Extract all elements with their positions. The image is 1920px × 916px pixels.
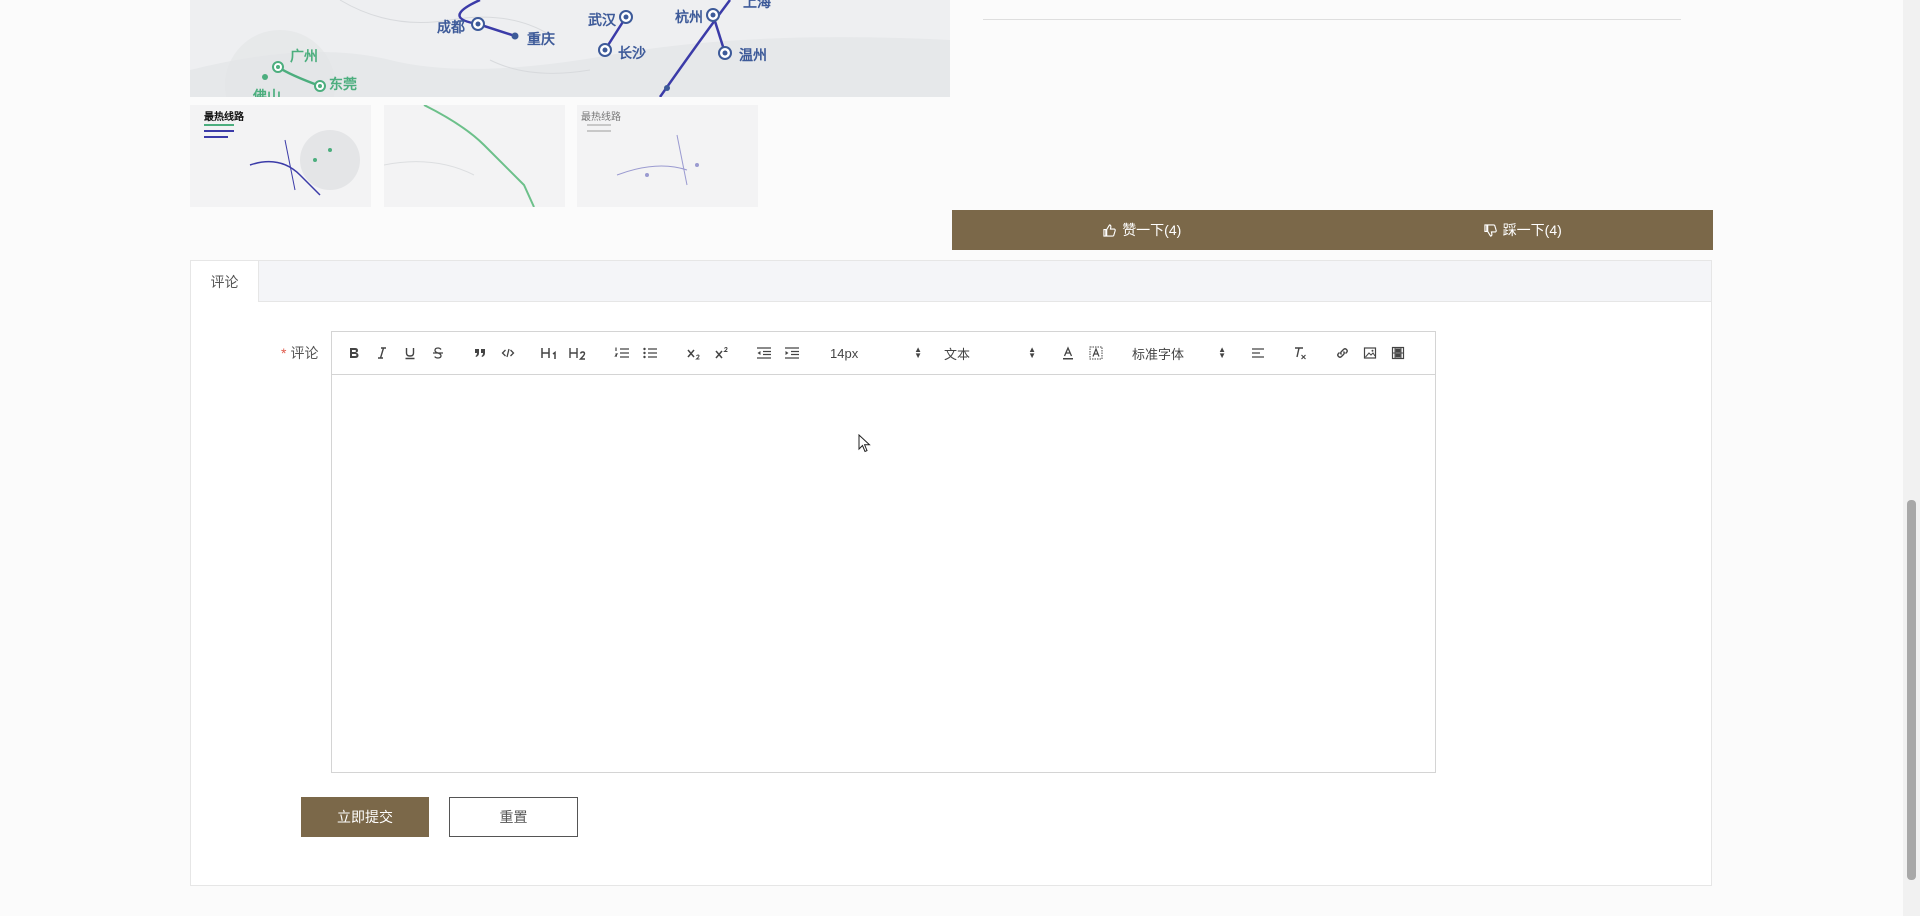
font-family-value: 标准字体	[1132, 346, 1185, 362]
vote-bar: 赞一下(4) 踩一下(4)	[952, 210, 1713, 250]
heading-2-icon	[569, 348, 586, 360]
blockquote-button[interactable]	[470, 343, 490, 363]
italic-button[interactable]	[372, 343, 392, 363]
bold-button[interactable]	[344, 343, 364, 363]
thumbs-down-icon	[1484, 223, 1497, 237]
underline-icon	[405, 348, 415, 360]
map-city-label: 佛山	[253, 88, 281, 97]
image-icon	[1363, 347, 1377, 359]
subscript-icon	[687, 349, 700, 360]
background-color-button[interactable]	[1086, 343, 1106, 363]
heading-1-button[interactable]	[540, 343, 560, 363]
tab-comment[interactable]: 评论	[191, 261, 259, 302]
comment-field-label: * 评论	[281, 343, 318, 363]
outdent-button[interactable]	[754, 343, 774, 363]
align-button[interactable]	[1248, 343, 1268, 363]
video-icon	[1391, 346, 1405, 360]
font-family-select[interactable]: 标准字体 ▲ ▼	[1132, 343, 1226, 363]
map-city-label: 重庆	[527, 31, 555, 47]
thumbnail-title: 最热线路	[581, 112, 621, 123]
reset-button[interactable]: 重置	[449, 797, 578, 837]
header-type-value: 文本	[944, 346, 971, 362]
ordered-list-button[interactable]	[612, 343, 632, 363]
thumbs-up-icon	[1103, 223, 1116, 237]
map-city-label: 东莞	[329, 76, 357, 92]
page-scrollbar[interactable]	[1903, 0, 1920, 916]
divider	[983, 19, 1681, 20]
superscript-icon	[715, 346, 728, 359]
like-button[interactable]: 赞一下(4)	[952, 210, 1333, 250]
map-city-label: 成都	[437, 19, 465, 35]
italic-icon	[378, 347, 386, 359]
code-block-button[interactable]	[498, 343, 518, 363]
font-size-select[interactable]: 14px ▲ ▼	[830, 343, 922, 363]
comment-card: 评论 * 评论 14px ▲ ▼ 文本 ▲ ▼ 标准字体 ▲ ▼ 立即提交 重置	[190, 260, 1712, 886]
dislike-label: 踩一下(4)	[1502, 222, 1562, 238]
indent-button[interactable]	[782, 343, 802, 363]
select-arrows-icon: ▲ ▼	[914, 345, 922, 360]
submit-button[interactable]: 立即提交	[301, 797, 429, 837]
like-label: 赞一下(4)	[1122, 222, 1182, 238]
align-left-icon	[1252, 348, 1264, 358]
map-city-label: 广州	[290, 48, 318, 64]
comment-editor-body[interactable]	[332, 375, 1435, 772]
subscript-button[interactable]	[684, 343, 704, 363]
dislike-button[interactable]: 踩一下(4)	[1333, 210, 1714, 250]
link-icon	[1336, 348, 1348, 358]
indent-icon	[785, 347, 799, 359]
bold-icon	[350, 348, 359, 358]
required-mark: *	[281, 345, 287, 361]
thumbnail-3[interactable]: 最热线路	[577, 105, 758, 207]
ordered-list-icon	[614, 347, 629, 358]
text-color-button[interactable]	[1058, 343, 1078, 363]
video-button[interactable]	[1388, 343, 1408, 363]
comment-label-text: 评论	[290, 345, 319, 361]
link-button[interactable]	[1332, 343, 1352, 363]
thumbnail-1[interactable]: 最热线路	[190, 105, 371, 207]
font-size-value: 14px	[830, 345, 859, 361]
heading-2-button[interactable]	[568, 343, 588, 363]
superscript-button[interactable]	[712, 343, 732, 363]
select-arrows-icon: ▲ ▼	[1218, 345, 1226, 360]
rich-text-editor: 14px ▲ ▼ 文本 ▲ ▼ 标准字体 ▲ ▼	[331, 331, 1436, 773]
heading-1-icon	[541, 348, 556, 359]
map-city-label: 武汉	[588, 12, 616, 28]
clear-format-icon	[1295, 347, 1306, 360]
map-city-label: 长沙	[618, 45, 646, 61]
map-city-label: 杭州	[675, 9, 703, 25]
bullet-list-button[interactable]	[640, 343, 660, 363]
code-icon	[501, 348, 515, 358]
outdent-icon	[757, 347, 771, 359]
image-button[interactable]	[1360, 343, 1380, 363]
text-color-icon	[1063, 346, 1073, 360]
bullet-list-icon	[643, 347, 657, 359]
map-city-label: 上海	[743, 0, 771, 10]
strikethrough-icon	[433, 347, 443, 359]
background-color-icon	[1089, 346, 1103, 360]
comment-tab-bar: 评论	[191, 261, 1711, 302]
map-city-label: 温州	[739, 47, 767, 63]
editor-toolbar: 14px ▲ ▼ 文本 ▲ ▼ 标准字体 ▲ ▼	[332, 332, 1435, 375]
scrollbar-thumb[interactable]	[1907, 500, 1916, 880]
thumbnail-2[interactable]	[384, 105, 565, 207]
thumbnail-graphic	[384, 105, 535, 207]
underline-button[interactable]	[400, 343, 420, 363]
quote-icon	[475, 349, 485, 357]
select-arrows-icon: ▲ ▼	[1028, 345, 1036, 360]
strikethrough-button[interactable]	[428, 343, 448, 363]
mouse-cursor-icon	[858, 434, 871, 453]
header-type-select[interactable]: 文本 ▲ ▼	[944, 343, 1036, 363]
thumbnail-title: 最热线路	[204, 112, 244, 123]
clear-format-button[interactable]	[1290, 343, 1310, 363]
route-map-image[interactable]: 成都 重庆 武汉 杭州 上海 长沙 温州 广州 东莞 佛山	[190, 0, 950, 97]
